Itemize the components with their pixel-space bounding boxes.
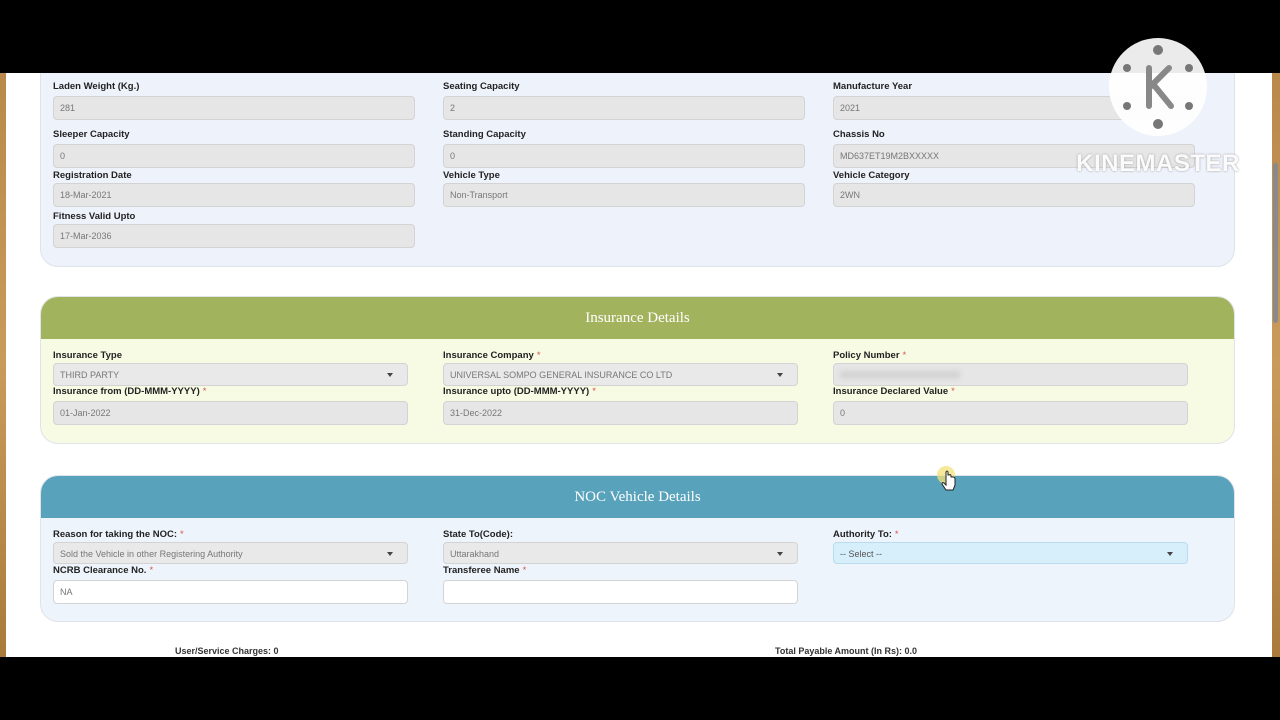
seating-capacity-label: Seating Capacity	[443, 81, 520, 92]
insurance-company-field: Insurance Company * UNIVERSAL SOMPO GENER…	[443, 349, 798, 386]
authority-to-field: Authority To: * -- Select --	[833, 528, 1188, 564]
ncrb-clearance-field: NCRB Clearance No. * NA	[53, 564, 408, 604]
insurance-from-input[interactable]: 01-Jan-2022	[53, 401, 408, 425]
vehicle-type-input[interactable]: Non-Transport	[443, 183, 805, 207]
insurance-company-value: UNIVERSAL SOMPO GENERAL INSURANCE CO LTD	[450, 370, 673, 380]
insurance-type-field: Insurance Type THIRD PARTY	[53, 349, 408, 386]
seating-capacity-field: Seating Capacity 2	[443, 80, 805, 120]
sleeper-capacity-field: Sleeper Capacity 0	[53, 128, 415, 168]
registration-date-input[interactable]: 18-Mar-2021	[53, 183, 415, 207]
policy-number-label: Policy Number *	[833, 350, 907, 361]
noc-reason-select[interactable]: Sold the Vehicle in other Registering Au…	[53, 542, 408, 564]
noc-vehicle-details-panel: NOC Vehicle Details Reason for taking th…	[40, 475, 1235, 622]
sleeper-capacity-input[interactable]: 0	[53, 144, 415, 168]
noc-vehicle-details-header: NOC Vehicle Details	[41, 476, 1234, 518]
chevron-down-icon	[777, 552, 783, 556]
policy-number-value: XXXXXXXXXXXXXXXXXXXX	[840, 370, 961, 380]
service-charges-text: User/Service Charges: 0	[175, 646, 279, 656]
insurance-upto-label: Insurance upto (DD-MMM-YYYY) *	[443, 386, 596, 397]
ncrb-clearance-input[interactable]: NA	[53, 580, 408, 604]
vehicle-type-label: Vehicle Type	[443, 170, 500, 181]
standing-capacity-field: Standing Capacity 0	[443, 128, 805, 168]
insurance-declared-value-field: Insurance Declared Value * 0	[833, 385, 1188, 425]
insurance-declared-value-label: Insurance Declared Value *	[833, 386, 955, 397]
ncrb-clearance-label: NCRB Clearance No. *	[53, 565, 154, 576]
chevron-down-icon	[777, 373, 783, 377]
insurance-upto-field: Insurance upto (DD-MMM-YYYY) * 31-Dec-202…	[443, 385, 798, 425]
insurance-upto-input[interactable]: 31-Dec-2022	[443, 401, 798, 425]
chevron-down-icon	[387, 373, 393, 377]
sleeper-capacity-label: Sleeper Capacity	[53, 129, 130, 140]
registration-date-field: Registration Date 18-Mar-2021	[53, 169, 415, 207]
state-to-label: State To(Code):	[443, 529, 514, 540]
vehicle-category-input[interactable]: 2WN	[833, 183, 1195, 207]
noc-reason-field: Reason for taking the NOC: * Sold the Veh…	[53, 528, 408, 564]
laden-weight-label: Laden Weight (Kg.)	[53, 81, 140, 92]
kinemaster-logo-icon	[1109, 38, 1207, 136]
kinemaster-watermark: KINEMASTER	[1072, 38, 1244, 180]
right-background-edge	[1272, 73, 1280, 657]
chevron-down-icon	[1167, 552, 1173, 556]
total-payable-text: Total Payable Amount (In Rs): 0.0	[775, 646, 918, 656]
authority-to-value: -- Select --	[840, 549, 883, 559]
insurance-from-field: Insurance from (DD-MMM-YYYY) * 01-Jan-202…	[53, 385, 408, 425]
fitness-valid-upto-label: Fitness Valid Upto	[53, 211, 136, 222]
seating-capacity-input[interactable]: 2	[443, 96, 805, 120]
registration-date-label: Registration Date	[53, 170, 132, 181]
authority-to-label: Authority To: *	[833, 529, 899, 540]
standing-capacity-label: Standing Capacity	[443, 129, 526, 140]
insurance-from-label: Insurance from (DD-MMM-YYYY) *	[53, 386, 207, 397]
state-to-select[interactable]: Uttarakhand	[443, 542, 798, 564]
insurance-details-panel: Insurance Details Insurance Type THIRD P…	[40, 296, 1235, 444]
policy-number-input[interactable]: XXXXXXXXXXXXXXXXXXXX	[833, 363, 1188, 386]
hand-cursor-icon	[937, 466, 956, 491]
policy-number-field: Policy Number * XXXXXXXXXXXXXXXXXXXX	[833, 349, 1188, 386]
noc-reason-label: Reason for taking the NOC: *	[53, 529, 184, 540]
state-to-field: State To(Code): Uttarakhand	[443, 528, 798, 564]
insurance-type-label: Insurance Type	[53, 350, 122, 361]
laden-weight-field: Laden Weight (Kg.) 281	[53, 80, 415, 120]
laden-weight-input[interactable]: 281	[53, 96, 415, 120]
insurance-company-label: Insurance Company *	[443, 350, 541, 361]
standing-capacity-input[interactable]: 0	[443, 144, 805, 168]
fitness-valid-upto-field: Fitness Valid Upto 17-Mar-2036	[53, 210, 415, 248]
kinemaster-watermark-text: KINEMASTER	[1076, 150, 1240, 177]
chevron-down-icon	[387, 552, 393, 556]
insurance-details-header: Insurance Details	[41, 297, 1234, 339]
left-background-edge	[0, 73, 6, 657]
transferee-name-field: Transferee Name *	[443, 564, 798, 604]
transferee-name-input[interactable]	[443, 580, 798, 604]
page-scrollbar[interactable]	[1273, 163, 1278, 323]
vehicle-type-field: Vehicle Type Non-Transport	[443, 169, 805, 207]
noc-reason-value: Sold the Vehicle in other Registering Au…	[60, 549, 243, 559]
vehicle-details-panel: Laden Weight (Kg.) 281 Seating Capacity …	[40, 73, 1235, 267]
insurance-type-value: THIRD PARTY	[60, 370, 120, 380]
insurance-declared-value-input[interactable]: 0	[833, 401, 1188, 425]
insurance-company-select[interactable]: UNIVERSAL SOMPO GENERAL INSURANCE CO LTD	[443, 363, 798, 386]
authority-to-select[interactable]: -- Select --	[833, 542, 1188, 564]
transferee-name-label: Transferee Name *	[443, 565, 527, 576]
state-to-value: Uttarakhand	[450, 549, 500, 559]
insurance-type-select[interactable]: THIRD PARTY	[53, 363, 408, 386]
fitness-valid-upto-input[interactable]: 17-Mar-2036	[53, 224, 415, 248]
